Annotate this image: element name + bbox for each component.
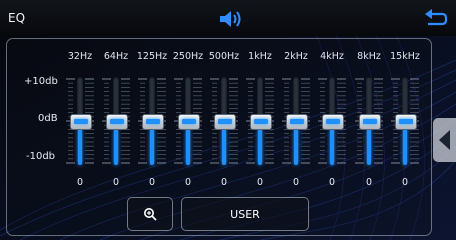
- band-slider[interactable]: [174, 77, 202, 165]
- knob-indicator: [326, 119, 340, 124]
- band-frequency-label: 15kHz: [390, 51, 420, 62]
- zoom-button[interactable]: [127, 197, 173, 231]
- slider-fill: [150, 129, 154, 165]
- slider-fill: [78, 129, 82, 165]
- zoom-in-icon: [144, 208, 157, 221]
- slider-knob[interactable]: [214, 114, 236, 130]
- band-slider[interactable]: [391, 77, 419, 165]
- band-frequency-label: 8kHz: [357, 51, 381, 62]
- slider-fill: [222, 129, 226, 165]
- knob-indicator: [363, 119, 377, 124]
- slider-knob[interactable]: [395, 114, 417, 130]
- knob-indicator: [218, 119, 232, 124]
- slider-knob[interactable]: [286, 114, 308, 130]
- band-value: 0: [148, 177, 156, 188]
- scale-label-top: +10db: [24, 76, 58, 87]
- slider-knob[interactable]: [359, 114, 381, 130]
- slider-fill: [367, 129, 371, 165]
- band-slider[interactable]: [246, 77, 274, 165]
- slider-knob[interactable]: [106, 114, 128, 130]
- band-frequency-label: 32Hz: [67, 51, 93, 62]
- band-value: 0: [112, 177, 120, 188]
- slider-knob[interactable]: [178, 114, 200, 130]
- band-value: 0: [184, 177, 192, 188]
- slider-fill: [403, 129, 407, 165]
- knob-indicator: [254, 119, 268, 124]
- band-value: 0: [220, 177, 228, 188]
- band-frequency-label: 2kHz: [284, 51, 308, 62]
- equalizer: +10db 0dB -10db 32Hz 0 64Hz 0 125Hz 0 250Hz 0 50…: [0, 0, 456, 240]
- knob-indicator: [146, 119, 160, 124]
- band-slider[interactable]: [355, 77, 383, 165]
- slider-fill: [330, 129, 334, 165]
- band-slider[interactable]: [138, 77, 166, 165]
- knob-indicator: [74, 119, 88, 124]
- slider-knob[interactable]: [70, 114, 92, 130]
- knob-indicator: [399, 119, 413, 124]
- band-frequency-label: 64Hz: [103, 51, 129, 62]
- band-slider[interactable]: [66, 77, 94, 165]
- band-slider[interactable]: [210, 77, 238, 165]
- band-value: 0: [76, 177, 84, 188]
- band-slider[interactable]: [102, 77, 130, 165]
- knob-indicator: [290, 119, 304, 124]
- slider-fill: [114, 129, 118, 165]
- band-value: 0: [328, 177, 336, 188]
- band-value: 0: [401, 177, 409, 188]
- slider-knob[interactable]: [322, 114, 344, 130]
- band-frequency-label: 125Hz: [136, 51, 168, 62]
- knob-indicator: [182, 119, 196, 124]
- band-frequency-label: 500Hz: [208, 51, 240, 62]
- slider-knob[interactable]: [142, 114, 164, 130]
- knob-indicator: [110, 119, 124, 124]
- slider-fill: [294, 129, 298, 165]
- band-frequency-label: 1kHz: [248, 51, 272, 62]
- band-frequency-label: 250Hz: [172, 51, 204, 62]
- preset-button[interactable]: USER: [181, 197, 309, 231]
- slider-fill: [186, 129, 190, 165]
- band-slider[interactable]: [318, 77, 346, 165]
- band-slider[interactable]: [282, 77, 310, 165]
- band-value: 0: [365, 177, 373, 188]
- band-value: 0: [292, 177, 300, 188]
- scale-label-bottom: -10db: [26, 151, 56, 162]
- slider-fill: [258, 129, 262, 165]
- band-frequency-label: 4kHz: [320, 51, 344, 62]
- slider-knob[interactable]: [250, 114, 272, 130]
- band-value: 0: [256, 177, 264, 188]
- scale-label-mid: 0dB: [38, 113, 58, 124]
